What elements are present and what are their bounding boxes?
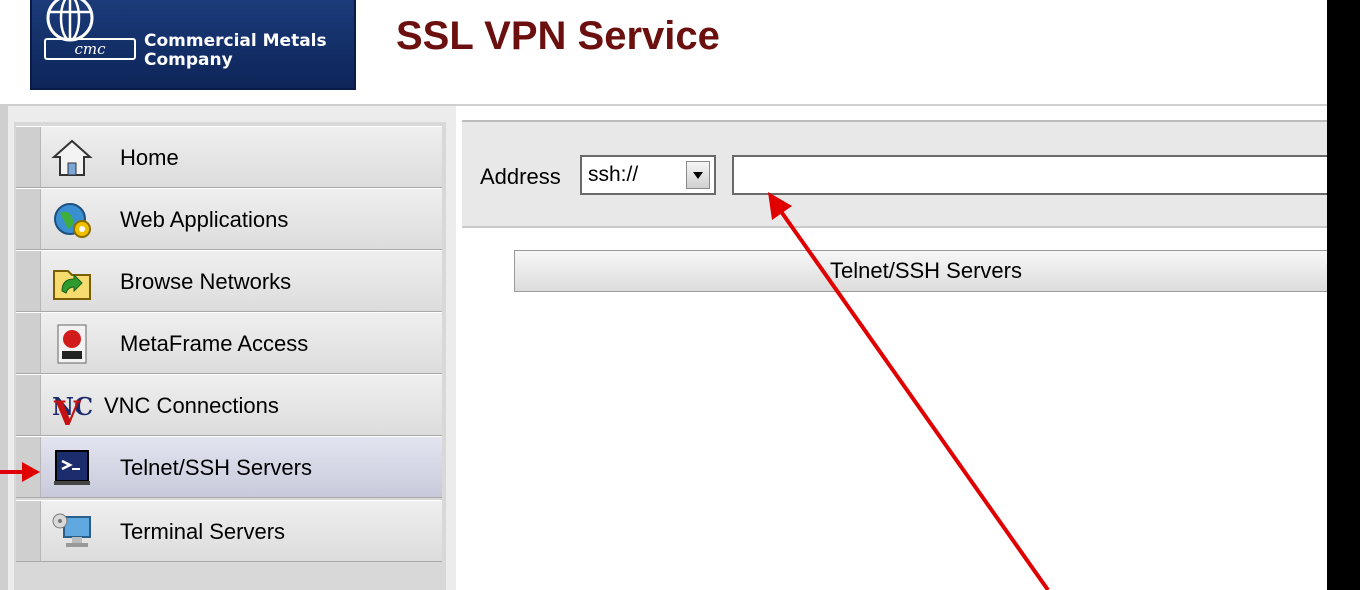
svg-text:V: V xyxy=(53,394,81,427)
sidebar-item-label: Browse Networks xyxy=(120,269,292,294)
protocol-value: ssh:// xyxy=(588,163,639,186)
vnc-icon: NC V xyxy=(52,392,93,427)
right-edge-bar xyxy=(1327,0,1360,590)
page-header: cmc Commercial Metals Company SSL VPN Se… xyxy=(0,0,1327,106)
sidebar-item-label: Terminal Servers xyxy=(120,519,286,544)
sidebar-item-vnc-connections[interactable]: NC V VNC Connections xyxy=(16,374,442,436)
browse-networks-icon xyxy=(53,270,91,300)
sidebar-item-label: Telnet/SSH Servers xyxy=(120,455,312,480)
logo-line2: Company xyxy=(144,50,233,70)
home-icon xyxy=(51,139,93,176)
sidebar-item-terminal-servers[interactable]: Terminal Servers xyxy=(16,500,442,562)
main-panel: Address ssh:// Telnet/SSH Servers xyxy=(462,120,1338,590)
chevron-down-icon[interactable] xyxy=(686,161,710,189)
company-logo: cmc Commercial Metals Company xyxy=(30,0,356,90)
terminal-icon xyxy=(54,450,90,485)
sidebar-item-telnet-ssh-servers[interactable]: Telnet/SSH Servers xyxy=(16,436,442,498)
page-title: SSL VPN Service xyxy=(396,14,720,58)
protocol-select[interactable]: ssh:// xyxy=(580,155,716,195)
sidebar-item-label: VNC Connections xyxy=(104,393,279,418)
servers-section-header: Telnet/SSH Servers xyxy=(514,250,1338,292)
metaframe-icon xyxy=(57,324,87,364)
logo-line1: Commercial Metals xyxy=(144,31,327,51)
address-input[interactable] xyxy=(732,155,1332,195)
address-label: Address xyxy=(480,164,561,189)
logo-text: Commercial Metals Company xyxy=(144,32,327,70)
sidebar-item-label: Web Applications xyxy=(120,207,289,232)
sidebar-item-label: MetaFrame Access xyxy=(120,331,309,356)
terminal-servers-icon xyxy=(52,513,91,547)
logo-mark: cmc xyxy=(44,38,136,60)
sidebar-item-browse-networks[interactable]: Browse Networks xyxy=(16,250,442,312)
sidebar-item-label: Home xyxy=(120,145,179,170)
sidebar-item-web-applications[interactable]: Web Applications xyxy=(16,188,442,250)
web-applications-icon xyxy=(54,203,91,238)
sidebar-item-home[interactable]: Home xyxy=(16,126,442,188)
address-bar: Address ssh:// xyxy=(462,120,1332,228)
sidebar-item-metaframe-access[interactable]: MetaFrame Access xyxy=(16,312,442,374)
